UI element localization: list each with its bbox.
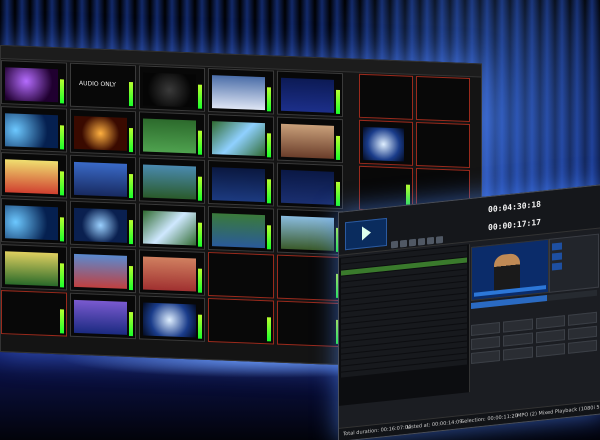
- video-tile[interactable]: [70, 108, 136, 156]
- app-logo: [345, 217, 387, 251]
- playout-app-window[interactable]: 00:04:30:18 00:00:17:17 Total duration: …: [338, 184, 600, 440]
- video-tile[interactable]: [139, 157, 205, 204]
- control-button[interactable]: [471, 335, 501, 351]
- control-button[interactable]: [567, 325, 597, 340]
- video-tile[interactable]: [277, 208, 343, 256]
- video-tile[interactable]: [139, 203, 205, 250]
- video-tile[interactable]: [277, 162, 343, 210]
- main-timecode: 00:04:30:18: [488, 199, 541, 215]
- video-tile[interactable]: [277, 254, 343, 302]
- control-button[interactable]: [535, 343, 565, 358]
- control-button[interactable]: [567, 339, 597, 354]
- previous-button[interactable]: [418, 237, 425, 246]
- play-button[interactable]: [391, 240, 398, 249]
- control-button[interactable]: [471, 321, 501, 337]
- video-tile[interactable]: [208, 67, 274, 115]
- control-button[interactable]: [567, 311, 597, 326]
- control-button[interactable]: [503, 332, 533, 347]
- video-tile[interactable]: [277, 70, 343, 118]
- video-tile[interactable]: [359, 73, 413, 120]
- video-tile[interactable]: [139, 65, 205, 112]
- pause-button[interactable]: [400, 239, 407, 248]
- video-tile[interactable]: [1, 152, 67, 199]
- video-tile[interactable]: [139, 249, 205, 296]
- video-tile[interactable]: [1, 244, 67, 291]
- video-tile[interactable]: [70, 154, 136, 202]
- control-button[interactable]: [503, 346, 533, 361]
- media-thumbnail[interactable]: [552, 242, 562, 251]
- audio-only-tile[interactable]: AUDIO ONLY: [70, 62, 136, 110]
- video-tile[interactable]: [139, 295, 205, 342]
- video-tile[interactable]: [70, 292, 136, 340]
- video-tile[interactable]: [277, 300, 343, 348]
- audio-only-label: AUDIO ONLY: [79, 80, 116, 89]
- control-button[interactable]: [503, 318, 533, 333]
- video-tile[interactable]: [1, 60, 67, 107]
- video-tile[interactable]: [70, 246, 136, 294]
- video-tile[interactable]: [208, 159, 274, 207]
- next-button[interactable]: [427, 236, 434, 245]
- video-tile[interactable]: [208, 297, 274, 345]
- video-tile[interactable]: [1, 198, 67, 245]
- control-buttons: [471, 311, 597, 385]
- media-thumbnail[interactable]: [552, 252, 562, 261]
- media-browser-panel[interactable]: [549, 233, 599, 293]
- video-tile[interactable]: [277, 116, 343, 164]
- control-button[interactable]: [471, 349, 501, 365]
- video-tile[interactable]: [416, 75, 470, 123]
- control-button[interactable]: [535, 315, 565, 330]
- video-tile[interactable]: [139, 111, 205, 158]
- video-tile[interactable]: [208, 251, 274, 299]
- playlist[interactable]: [339, 244, 470, 406]
- media-thumbnail[interactable]: [552, 262, 562, 271]
- video-tile[interactable]: [208, 205, 274, 253]
- skip-button[interactable]: [436, 235, 443, 244]
- video-tile[interactable]: [416, 121, 470, 169]
- video-tile[interactable]: [359, 119, 413, 166]
- stop-button[interactable]: [409, 238, 416, 247]
- scene: AUDIO ONLY 00:04:30:18 00:00:17:17 Total…: [0, 0, 600, 440]
- control-button[interactable]: [535, 329, 565, 344]
- video-tile[interactable]: [208, 113, 274, 161]
- video-tile[interactable]: [1, 290, 67, 337]
- video-tile[interactable]: [1, 106, 67, 153]
- program-preview: [471, 238, 549, 302]
- video-tile[interactable]: [70, 200, 136, 248]
